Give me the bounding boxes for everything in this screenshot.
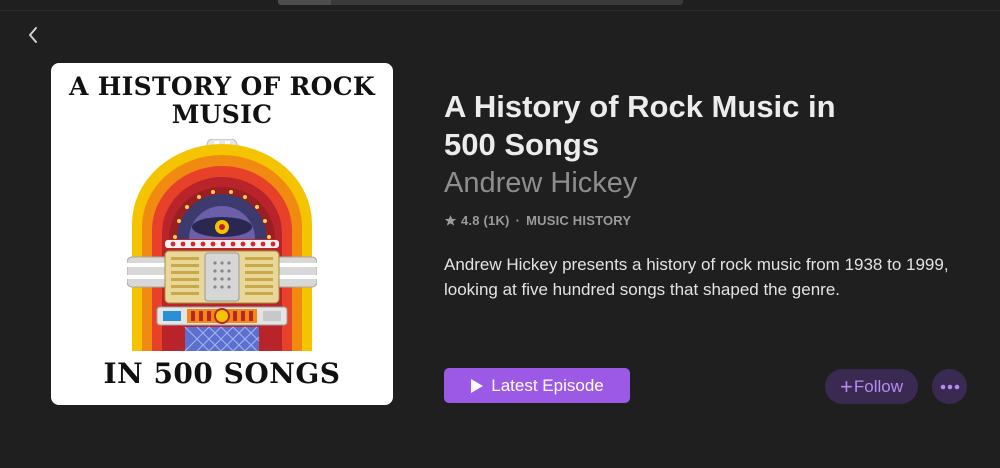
podcast-artwork: A HISTORY OF ROCK MUSIC IN 500 SONGS <box>51 63 393 405</box>
top-bar <box>0 0 1000 11</box>
artwork-title: A HISTORY OF ROCK MUSIC <box>51 73 393 129</box>
podcast-info: A History of Rock Music in 500 Songs And… <box>444 88 974 302</box>
jukebox-illustration <box>127 139 317 351</box>
podcast-meta: 4.8 (1K) · MUSIC HISTORY <box>444 213 974 228</box>
plus-icon: + <box>840 373 853 399</box>
chevron-left-icon <box>29 27 37 43</box>
podcast-page: A HISTORY OF ROCK MUSIC IN 500 SONGS A H… <box>0 0 1000 468</box>
playback-progress-fill <box>278 0 331 5</box>
back-button[interactable] <box>22 24 44 46</box>
follow-label: Follow <box>853 376 903 396</box>
star-icon <box>444 214 457 227</box>
ellipsis-icon <box>940 384 959 389</box>
follow-button[interactable]: + Follow <box>825 369 918 404</box>
playback-progress-bar[interactable] <box>278 0 683 5</box>
play-icon <box>470 378 484 393</box>
podcast-title: A History of Rock Music in 500 Songs <box>444 89 836 162</box>
latest-episode-button[interactable]: Latest Episode <box>444 368 630 403</box>
rating-text: 4.8 (1K) <box>461 213 510 228</box>
podcast-author[interactable]: Andrew Hickey <box>444 165 974 201</box>
category-link[interactable]: MUSIC HISTORY <box>526 213 631 228</box>
latest-episode-label: Latest Episode <box>491 375 604 395</box>
meta-separator: · <box>515 213 521 228</box>
artwork-title-line1: A HISTORY OF ROCK <box>69 72 375 101</box>
artwork-title-line2: MUSIC <box>171 100 273 129</box>
podcast-description: Andrew Hickey presents a history of rock… <box>444 255 949 299</box>
artwork-subtitle: IN 500 SONGS <box>103 357 341 390</box>
more-options-button[interactable] <box>932 369 967 404</box>
